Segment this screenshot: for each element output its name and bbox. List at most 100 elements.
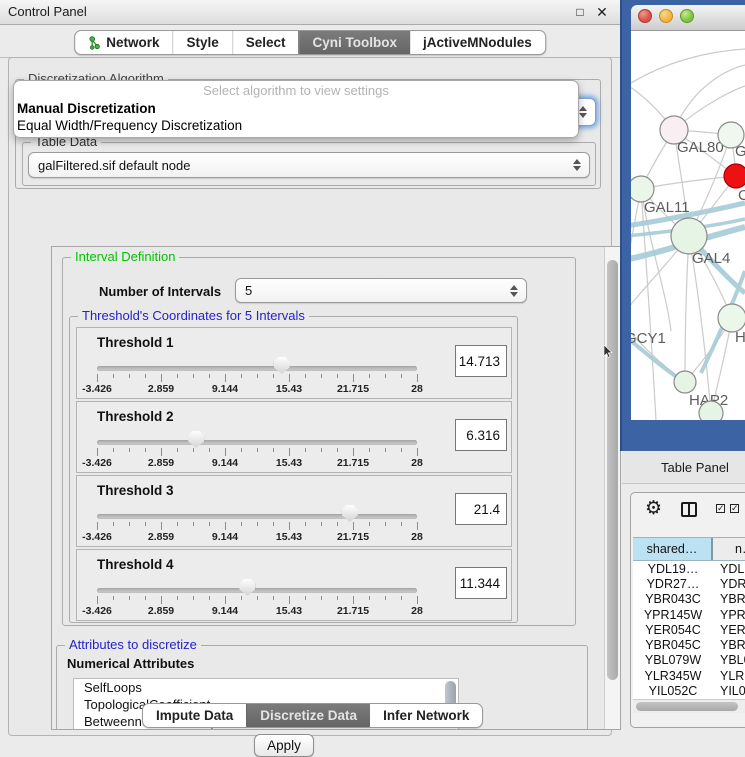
number-of-intervals-combobox[interactable]: 5: [235, 278, 527, 303]
tick-mark: [321, 596, 322, 600]
close-traffic-light-icon[interactable]: [638, 9, 652, 23]
tick-mark: [417, 374, 418, 382]
table-data-combobox[interactable]: galFiltered.sif default node: [28, 152, 590, 178]
viewport-scrollbar-thumb[interactable]: [607, 260, 618, 680]
tab-style[interactable]: Style: [172, 31, 231, 54]
tick-label: 15.43: [276, 605, 302, 617]
threshold-value-field[interactable]: 14.713: [455, 345, 507, 377]
network-node[interactable]: [674, 371, 696, 393]
node-label: C: [738, 187, 745, 204]
gear-icon[interactable]: ⚙: [645, 497, 662, 520]
threshold-slider-track[interactable]: [97, 588, 417, 593]
mouse-cursor: [604, 345, 613, 358]
node-label: H: [735, 329, 745, 346]
node-attribute-table: shared… n… YDL19…YDL1…YDR27…YDR2…YBR043C…: [633, 537, 745, 699]
tick-mark: [177, 374, 178, 378]
tick-mark: [353, 596, 354, 604]
table-panel-title: Table Panel: [661, 460, 729, 475]
table-row[interactable]: YDR27…YDR2…: [633, 576, 745, 591]
interval-definition-title: Interval Definition: [71, 249, 179, 264]
tab-network[interactable]: Network: [75, 31, 172, 54]
tick-label: 15.43: [276, 531, 302, 543]
split-columns-icon[interactable]: [681, 502, 697, 517]
tick-mark: [193, 448, 194, 452]
viewport-scrollbar-track[interactable]: [604, 247, 620, 729]
attribute-list-item[interactable]: SelfLoops: [74, 679, 458, 696]
tick-mark: [305, 448, 306, 452]
table-row[interactable]: YBR045CYBR0…: [633, 637, 745, 652]
threshold-value-field[interactable]: 21.4: [455, 493, 507, 525]
combo-arrows-icon: [579, 106, 588, 118]
threshold-slider-thumb[interactable]: [239, 579, 255, 596]
threshold-slider-track[interactable]: [97, 366, 417, 371]
tick-mark: [289, 374, 290, 382]
tick-mark: [193, 596, 194, 600]
tick-label: 2.859: [148, 383, 174, 395]
algorithm-option-manual[interactable]: Manual Discretization: [17, 101, 156, 116]
table-row[interactable]: YER054CYER0…: [633, 622, 745, 637]
tick-label: 28: [411, 383, 423, 395]
network-canvas[interactable]: GAL80GCGAL11GAL4HGCY1HAP2: [631, 31, 745, 420]
table-row[interactable]: YDL19…YDL1…: [633, 561, 745, 576]
table-row[interactable]: YIL052CYIL0…: [633, 683, 745, 698]
tab-jactivemnodules[interactable]: jActiveMNodules: [410, 31, 545, 54]
tick-mark: [113, 448, 114, 452]
network-node[interactable]: [718, 304, 745, 332]
number-of-intervals-value: 5: [245, 283, 252, 298]
network-node[interactable]: [699, 401, 723, 420]
tick-label: 21.715: [337, 383, 369, 395]
threshold-value-field[interactable]: 11.344: [455, 567, 507, 599]
table-row[interactable]: YBR043CYBR0…: [633, 592, 745, 607]
network-node[interactable]: [671, 218, 707, 254]
table-row[interactable]: YBL079WYBL0…: [633, 653, 745, 668]
tick-mark: [113, 596, 114, 600]
minimize-traffic-light-icon[interactable]: [659, 9, 673, 23]
node-label: GAL11: [644, 199, 690, 216]
bottom-tab-impute-data[interactable]: Impute Data: [143, 704, 246, 727]
table-hscrollbar-track[interactable]: [633, 699, 745, 713]
tick-label: -3.426: [82, 531, 112, 543]
tab-label: Network: [106, 35, 159, 50]
threshold-slider-thumb[interactable]: [342, 505, 358, 522]
tick-mark: [305, 596, 306, 600]
table-panel-header: Table Panel: [622, 452, 745, 484]
tick-label: 9.144: [212, 531, 238, 543]
tick-mark: [257, 596, 258, 600]
threshold-slider-thumb[interactable]: [188, 431, 204, 448]
algorithm-option-equal-width[interactable]: Equal Width/Frequency Discretization: [17, 118, 242, 133]
threshold-value-field[interactable]: 6.316: [455, 419, 507, 451]
table-hscrollbar-thumb[interactable]: [636, 702, 738, 711]
tick-mark: [225, 522, 226, 530]
threshold-label: Threshold 4: [97, 557, 174, 572]
column-header-name[interactable]: n…: [713, 538, 745, 560]
float-window-icon[interactable]: □: [572, 4, 588, 20]
tick-label: -3.426: [82, 605, 112, 617]
tick-label: 15.43: [276, 383, 302, 395]
tick-label: 21.715: [337, 605, 369, 617]
table-row[interactable]: YPR145WYPR1…: [633, 607, 745, 622]
threshold-slider-track[interactable]: [97, 440, 417, 445]
bottom-tab-infer-network[interactable]: Infer Network: [370, 704, 482, 727]
tick-mark: [113, 522, 114, 526]
tick-mark: [385, 448, 386, 452]
tab-select[interactable]: Select: [232, 31, 299, 54]
tick-mark: [401, 448, 402, 452]
tab-cyni-toolbox[interactable]: Cyni Toolbox: [299, 31, 411, 54]
zoom-traffic-light-icon[interactable]: [680, 9, 694, 23]
network-node[interactable]: [724, 164, 745, 188]
threshold-slider-track[interactable]: [97, 514, 417, 519]
threshold-label: Threshold 3: [97, 483, 174, 498]
checkbox-icon[interactable]: ✓: [730, 504, 739, 513]
tick-mark: [193, 374, 194, 378]
apply-button[interactable]: Apply: [254, 734, 314, 757]
table-row[interactable]: YLR345WYLR3…: [633, 668, 745, 683]
table-panel: ⚙ ✓ ✓ shared… n… YDL19…YDL1…YDR27…YDR2…Y…: [630, 492, 745, 728]
column-header-shared[interactable]: shared…: [633, 538, 713, 560]
tick-mark: [257, 522, 258, 526]
bottom-tab-discretize-data[interactable]: Discretize Data: [246, 704, 370, 727]
tick-mark: [225, 448, 226, 456]
close-icon[interactable]: ✕: [594, 4, 610, 20]
threshold-slider-thumb[interactable]: [274, 357, 290, 374]
tick-mark: [241, 522, 242, 526]
checkbox-icon[interactable]: ✓: [716, 504, 725, 513]
